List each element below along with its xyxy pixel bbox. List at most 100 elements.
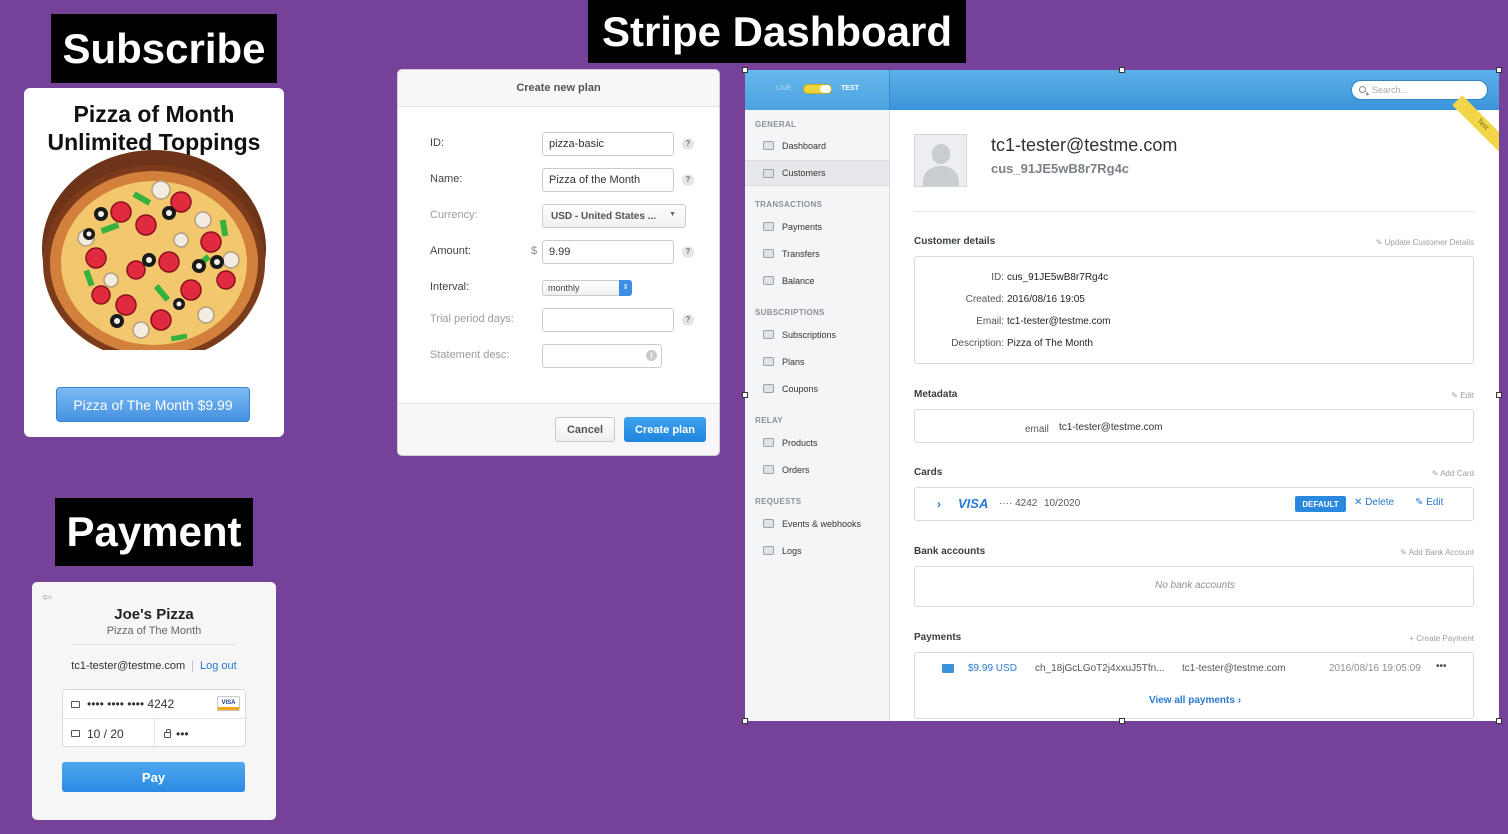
sidebar-item-plans[interactable]: Plans	[745, 349, 889, 375]
live-test-toggle[interactable]	[803, 84, 832, 94]
resize-handle[interactable]	[1496, 392, 1502, 398]
customer-email-title: tc1-tester@testme.com	[991, 135, 1178, 155]
resize-handle[interactable]	[742, 392, 748, 398]
bank-accounts-box: No bank accounts	[914, 566, 1474, 607]
payment-amount: $9.99 USD	[968, 663, 1017, 674]
delete-card-button[interactable]: ✕ Delete	[1354, 497, 1394, 508]
resize-handle[interactable]	[742, 67, 748, 73]
plan-trial-row: Trial period days: ?	[398, 308, 719, 332]
resize-handle[interactable]	[1496, 718, 1502, 724]
plan-amount-input[interactable]: 9.99	[542, 240, 674, 264]
more-options-icon[interactable]: •••	[1436, 661, 1447, 672]
merchant-name: Joe's Pizza	[114, 606, 194, 623]
help-icon[interactable]: ?	[682, 314, 694, 326]
sidebar-item-dashboard[interactable]: Dashboard	[745, 133, 889, 159]
live-label: LIVE	[776, 85, 792, 92]
pay-button[interactable]: Pay	[62, 762, 245, 792]
detail-key: Created:	[965, 294, 1004, 305]
sidebar-item-events[interactable]: Events & webhooks	[745, 511, 889, 537]
logs-icon	[763, 546, 774, 555]
sidebar-item-coupons[interactable]: Coupons	[745, 376, 889, 402]
card-last4: ···· 4242	[999, 498, 1038, 509]
sidebar-item-label: Customers	[782, 168, 826, 178]
plan-trial-label: Trial period days:	[430, 313, 514, 325]
dashboard-heading: Stripe Dashboard	[588, 0, 966, 63]
stripe-dashboard: LIVE TEST Search... GENERAL Dashboard Cu…	[745, 70, 1499, 721]
sidebar-item-transfers[interactable]: Transfers	[745, 241, 889, 267]
payment-charge-id: ch_18jGcLGoT2j4xxuJ5Tfn...	[1035, 663, 1165, 674]
subscribe-button[interactable]: Pizza of The Month $9.99	[56, 387, 250, 422]
payment-row[interactable]: $9.99 USD ch_18jGcLGoT2j4xxuJ5Tfn... tc1…	[915, 653, 1473, 685]
sidebar-item-logs[interactable]: Logs	[745, 538, 889, 564]
resize-handle[interactable]	[1119, 718, 1125, 724]
sidebar-item-products[interactable]: Products	[745, 430, 889, 456]
plan-name-label: Name:	[430, 173, 463, 185]
sidebar-item-orders[interactable]: Orders	[745, 457, 889, 483]
divider	[914, 211, 1474, 212]
edit-card-button[interactable]: ✎ Edit	[1415, 497, 1443, 508]
subscribe-card: Pizza of Month Unlimited Toppings Pizza …	[24, 88, 284, 437]
visa-logo: VISA	[958, 496, 989, 511]
card-row[interactable]: › VISA ···· 4242 10/2020 DEFAULT ✕ Delet…	[914, 487, 1474, 521]
detail-value: Pizza of The Month	[1007, 338, 1093, 349]
add-card-link[interactable]: Add Card	[1432, 469, 1474, 478]
resize-handle[interactable]	[1496, 67, 1502, 73]
sidebar-item-label: Payments	[782, 222, 823, 232]
payments-title: Payments	[914, 632, 962, 643]
statement-desc-input[interactable]: i	[542, 344, 662, 368]
search-input[interactable]: Search...	[1351, 80, 1488, 100]
sidebar-item-payments[interactable]: Payments	[745, 214, 889, 240]
events-icon	[763, 519, 774, 528]
customer-details-box: ID: cus_91JE5wB8r7Rg4c Created: 2016/08/16…	[914, 256, 1474, 364]
merchant-description: Pizza of The Month	[106, 625, 202, 637]
expiry-field[interactable]: 10 / 20	[63, 719, 155, 748]
avatar	[914, 134, 967, 187]
default-badge: DEFAULT	[1295, 496, 1346, 512]
detail-key: Description:	[951, 338, 1004, 349]
metadata-title: Metadata	[914, 389, 958, 400]
resize-handle[interactable]	[1119, 67, 1125, 73]
cancel-button[interactable]: Cancel	[555, 417, 615, 442]
create-payment-link[interactable]: Create Payment	[1409, 634, 1474, 643]
resize-handle[interactable]	[742, 718, 748, 724]
currency-select[interactable]: USD - United States ... ▼	[542, 204, 686, 228]
card-icon	[942, 664, 954, 673]
help-icon[interactable]: ?	[682, 138, 694, 150]
chevron-right-icon[interactable]: ›	[937, 497, 941, 511]
checkout-email: tc1-tester@testme.com	[71, 660, 186, 672]
help-icon[interactable]: ?	[682, 174, 694, 186]
detail-value: tc1-tester@testme.com	[1007, 316, 1111, 327]
sidebar-item-balance[interactable]: Balance	[745, 268, 889, 294]
sidebar-item-customers[interactable]: Customers	[745, 160, 889, 186]
sidebar-item-subscriptions[interactable]: Subscriptions	[745, 322, 889, 348]
stepper-icon: ⇕	[619, 280, 632, 296]
help-icon[interactable]: ?	[682, 246, 694, 258]
update-customer-link[interactable]: Update Customer Details	[1376, 238, 1474, 247]
interval-value: monthly	[548, 283, 580, 293]
trial-days-input[interactable]	[542, 308, 674, 332]
card-fields: •••• •••• •••• 4242 VISA 10 / 20 •••	[62, 689, 247, 748]
payments-box: $9.99 USD ch_18jGcLGoT2j4xxuJ5Tfn... tc1…	[914, 652, 1474, 719]
back-arrow-icon[interactable]: ⇦	[42, 590, 52, 604]
transfers-icon	[763, 249, 774, 258]
sidebar-item-label: Balance	[782, 276, 815, 286]
plan-amount-label: Amount:	[430, 245, 471, 257]
plan-id-input[interactable]: pizza-basic	[542, 132, 674, 156]
cvc-field[interactable]: •••	[155, 719, 247, 748]
checkout-card: ⇦ Joe's Pizza Pizza of The Month tc1-tes…	[32, 582, 276, 820]
plans-icon	[763, 357, 774, 366]
view-all-payments-link[interactable]: View all payments ›	[915, 695, 1475, 706]
avatar-body	[923, 166, 959, 186]
customers-icon	[763, 169, 774, 178]
logout-link[interactable]: Log out	[200, 660, 237, 672]
create-plan-button[interactable]: Create plan	[624, 417, 706, 442]
metadata-value: tc1-tester@testme.com	[1059, 422, 1163, 433]
credit-card-icon	[71, 700, 80, 708]
interval-select[interactable]: monthly ⇕	[542, 280, 632, 296]
edit-metadata-link[interactable]: Edit	[1451, 391, 1474, 400]
info-icon: i	[646, 350, 657, 361]
card-number-field[interactable]: •••• •••• •••• 4242 VISA	[63, 690, 247, 719]
plan-name-input[interactable]: Pizza of the Month	[542, 168, 674, 192]
add-bank-account-link[interactable]: Add Bank Account	[1400, 548, 1474, 557]
sidebar-section-general: GENERAL	[755, 120, 797, 129]
